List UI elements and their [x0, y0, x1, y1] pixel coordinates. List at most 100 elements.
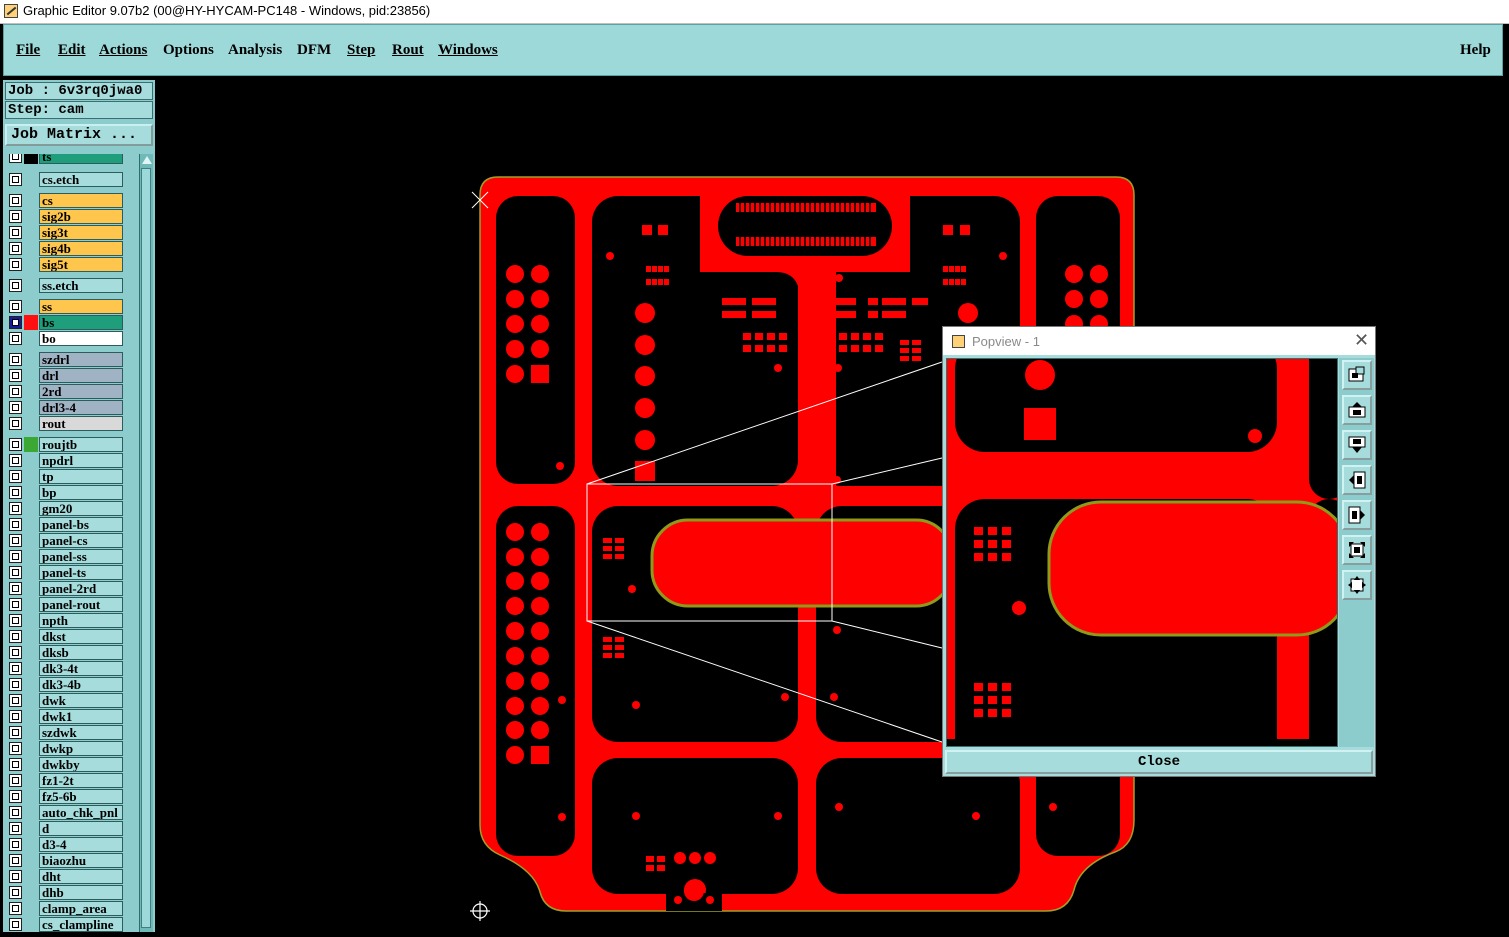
layer-row[interactable]: sig5t — [3, 256, 139, 272]
layer-name[interactable]: ss.etch — [39, 278, 123, 293]
popview-window[interactable]: Popview - 1 ✕ Close — [942, 326, 1376, 777]
layer-name[interactable]: bs — [39, 315, 123, 330]
layer-checkbox[interactable] — [9, 353, 22, 366]
layer-row[interactable]: fz5-6b — [3, 788, 139, 804]
layer-row[interactable]: 2rd — [3, 383, 139, 399]
layer-row[interactable]: bs — [3, 314, 139, 330]
layer-row[interactable]: panel-ss — [3, 548, 139, 564]
layer-name[interactable]: dkst — [39, 629, 123, 644]
layer-checkbox[interactable] — [9, 630, 22, 643]
menu-help[interactable]: Help — [1460, 42, 1491, 59]
layer-row[interactable]: npth — [3, 612, 139, 628]
layer-name[interactable]: dwkp — [39, 741, 123, 756]
layer-name[interactable]: dwk — [39, 693, 123, 708]
menu-actions[interactable]: Actions — [99, 42, 147, 59]
layer-row[interactable]: cs.etch — [3, 171, 139, 187]
layer-checkbox[interactable] — [9, 300, 22, 313]
layer-checkbox[interactable] — [9, 242, 22, 255]
layer-name[interactable]: bp — [39, 485, 123, 500]
layer-checkbox[interactable] — [9, 598, 22, 611]
layer-name[interactable]: dk3-4b — [39, 677, 123, 692]
layer-row[interactable]: gm20 — [3, 500, 139, 516]
zoom-out-button[interactable] — [1342, 430, 1372, 460]
layer-row[interactable]: auto_chk_pnl — [3, 804, 139, 820]
layer-name[interactable]: panel-rout — [39, 597, 123, 612]
layer-row[interactable]: dwk — [3, 692, 139, 708]
layer-row[interactable]: cs_clampline — [3, 916, 139, 932]
layer-row[interactable]: cs — [3, 192, 139, 208]
menu-options[interactable]: Options — [163, 42, 214, 59]
layer-row[interactable]: ts — [3, 154, 139, 164]
layer-row[interactable]: biaozhu — [3, 852, 139, 868]
layer-checkbox[interactable] — [9, 822, 22, 835]
layer-name[interactable]: dht — [39, 869, 123, 884]
layer-checkbox[interactable] — [9, 838, 22, 851]
layer-checkbox[interactable] — [9, 502, 22, 515]
menu-step[interactable]: Step — [347, 42, 375, 59]
popview-canvas[interactable] — [946, 358, 1338, 747]
job-matrix-button[interactable]: Job Matrix ... — [5, 124, 153, 146]
layer-name[interactable]: 2rd — [39, 384, 123, 399]
layer-name[interactable]: dk3-4t — [39, 661, 123, 676]
layer-checkbox[interactable] — [9, 316, 22, 329]
layer-row[interactable]: szdwk — [3, 724, 139, 740]
menu-edit[interactable]: Edit — [58, 42, 86, 59]
layer-checkbox[interactable] — [9, 550, 22, 563]
layer-name[interactable]: ss — [39, 299, 123, 314]
layer-row[interactable]: clamp_area — [3, 900, 139, 916]
layer-checkbox[interactable] — [9, 454, 22, 467]
layer-row[interactable]: sig2b — [3, 208, 139, 224]
layer-name[interactable]: cs.etch — [39, 172, 123, 187]
layer-name[interactable]: panel-ss — [39, 549, 123, 564]
layer-name[interactable]: szdwk — [39, 725, 123, 740]
layer-name[interactable]: panel-cs — [39, 533, 123, 548]
layer-checkbox[interactable] — [9, 742, 22, 755]
layer-checkbox[interactable] — [9, 210, 22, 223]
layer-checkbox[interactable] — [9, 534, 22, 547]
layer-name[interactable]: cs — [39, 193, 123, 208]
menu-file[interactable]: File — [16, 42, 40, 59]
layer-checkbox[interactable] — [9, 369, 22, 382]
layer-name[interactable]: d3-4 — [39, 837, 123, 852]
layer-name[interactable]: npth — [39, 613, 123, 628]
scroll-thumb[interactable] — [141, 168, 151, 928]
menu-rout[interactable]: Rout — [392, 42, 424, 59]
layer-name[interactable]: bo — [39, 331, 123, 346]
layer-checkbox[interactable] — [9, 566, 22, 579]
layer-checkbox[interactable] — [9, 902, 22, 915]
layer-row[interactable]: bp — [3, 484, 139, 500]
layer-checkbox[interactable] — [9, 886, 22, 899]
layer-name[interactable]: sig5t — [39, 257, 123, 272]
layer-list-scrollbar[interactable] — [139, 154, 153, 932]
layer-row[interactable]: fz1-2t — [3, 772, 139, 788]
layer-checkbox[interactable] — [9, 438, 22, 451]
fit-center-button[interactable] — [1342, 570, 1372, 600]
menu-dfm[interactable]: DFM — [297, 42, 331, 59]
layer-row[interactable]: panel-bs — [3, 516, 139, 532]
layer-row[interactable]: dkst — [3, 628, 139, 644]
layer-checkbox[interactable] — [9, 582, 22, 595]
pan-left-button[interactable] — [1342, 465, 1372, 495]
layer-row[interactable]: tp — [3, 468, 139, 484]
layer-row[interactable]: szdrl — [3, 351, 139, 367]
pan-right-button[interactable] — [1342, 500, 1372, 530]
layer-row[interactable]: dhb — [3, 884, 139, 900]
layer-name[interactable]: drl3-4 — [39, 400, 123, 415]
layer-name[interactable]: cs_clampline — [39, 917, 123, 932]
layer-checkbox[interactable] — [9, 332, 22, 345]
layer-checkbox[interactable] — [9, 518, 22, 531]
layer-checkbox[interactable] — [9, 173, 22, 186]
layer-checkbox[interactable] — [9, 279, 22, 292]
menu-windows[interactable]: Windows — [438, 42, 498, 59]
layer-name[interactable]: npdrl — [39, 453, 123, 468]
layer-row[interactable]: drl3-4 — [3, 399, 139, 415]
layer-checkbox[interactable] — [9, 417, 22, 430]
close-icon[interactable]: ✕ — [1354, 330, 1369, 351]
layer-checkbox[interactable] — [9, 790, 22, 803]
layer-row[interactable]: dht — [3, 868, 139, 884]
layer-row[interactable]: dwk1 — [3, 708, 139, 724]
layer-name[interactable]: tp — [39, 469, 123, 484]
popview-close-button[interactable]: Close — [945, 750, 1373, 774]
zoom-in-button[interactable] — [1342, 395, 1372, 425]
layer-checkbox[interactable] — [9, 678, 22, 691]
